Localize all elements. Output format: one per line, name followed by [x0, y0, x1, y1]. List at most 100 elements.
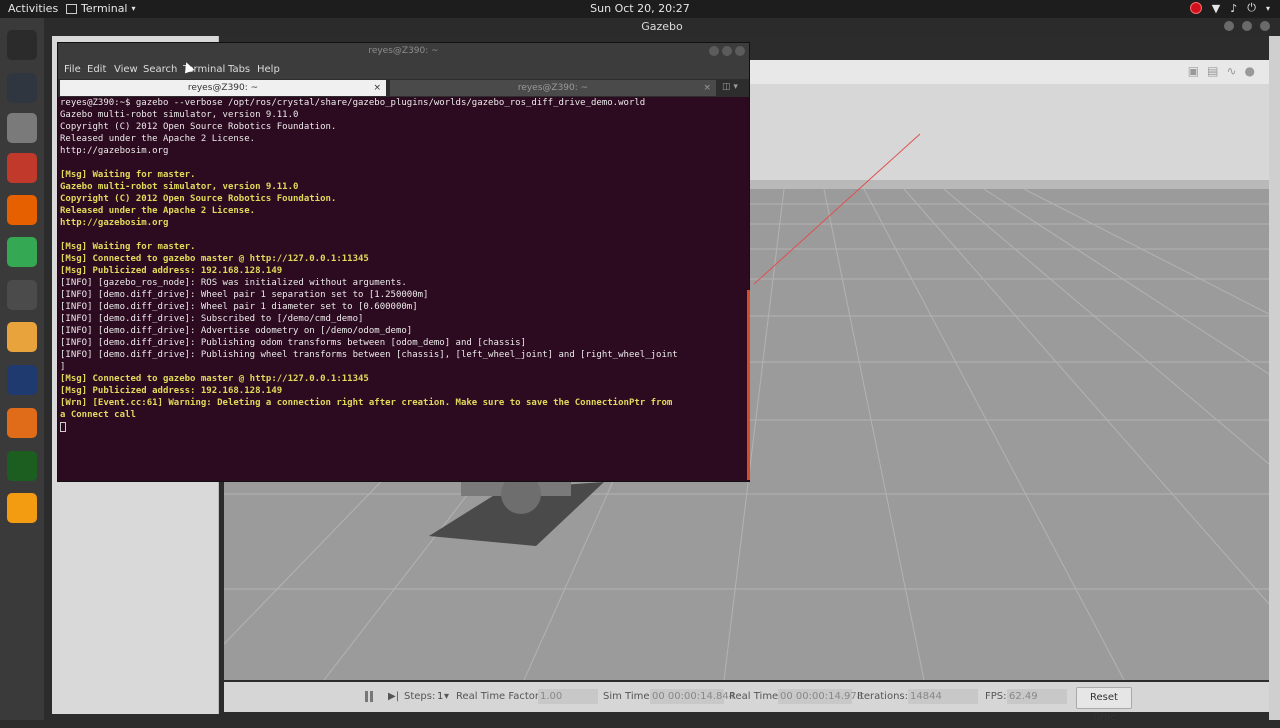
maximize-button[interactable]: [722, 46, 732, 56]
terminal-line: http://gazebosim.org: [60, 146, 169, 156]
dock: [0, 18, 44, 720]
gazebo-right-panel-handle[interactable]: [1269, 36, 1280, 720]
terminal-tab-active[interactable]: reyes@Z390: ~ ×: [60, 80, 386, 96]
terminal-output[interactable]: reyes@Z390:~$ gazebo --verbose /opt/ros/…: [60, 97, 749, 481]
chrome-icon[interactable]: [7, 237, 37, 267]
terminal-window-controls: [709, 46, 745, 56]
terminal-line: [INFO] [demo.diff_drive]: Subscribed to …: [60, 314, 364, 324]
terminal-line: [INFO] [demo.diff_drive]: Publishing whe…: [60, 350, 678, 360]
kindle-icon[interactable]: [7, 365, 37, 395]
system-monitor-icon[interactable]: [7, 73, 37, 103]
files-icon[interactable]: [7, 113, 37, 143]
terminal-app-icon: [66, 3, 77, 14]
app-menu[interactable]: Terminal ▾: [66, 2, 136, 15]
real-time-label: Real Time:: [729, 691, 782, 702]
terminal-line: ]: [60, 362, 66, 372]
terminal-icon[interactable]: [7, 30, 37, 60]
rtf-label: Real Time Factor:: [456, 691, 543, 702]
network-icon: ▼: [1211, 1, 1221, 15]
fps-value: 62.49: [1007, 689, 1067, 704]
app-menu-label: Terminal: [81, 2, 128, 15]
new-tab-icon[interactable]: ◫ ▾: [722, 82, 738, 92]
terminal-line: Copyright (C) 2012 Open Source Robotics …: [60, 122, 337, 132]
plot-icon[interactable]: ∿: [1226, 64, 1236, 78]
close-button[interactable]: [735, 46, 745, 56]
terminal-line: Released under the Apache 2 License.: [60, 134, 256, 144]
iterations-label: Iterations:: [857, 691, 908, 702]
terminal-line: [INFO] [demo.diff_drive]: Advertise odom…: [60, 326, 413, 336]
minimize-button[interactable]: [1224, 21, 1234, 31]
terminal-line: [Msg] Waiting for master.: [60, 242, 196, 252]
close-tab-icon[interactable]: ×: [373, 80, 381, 96]
terminal-line: reyes@Z390:~$ gazebo --verbose /opt/ros/…: [60, 98, 646, 108]
log-icon[interactable]: ▤: [1207, 64, 1218, 78]
menu-file[interactable]: File: [64, 64, 81, 75]
minimize-button[interactable]: [709, 46, 719, 56]
tab-label: reyes@Z390: ~: [517, 83, 589, 93]
terminal-line: [Msg] Publicized address: 192.168.128.14…: [60, 386, 283, 396]
real-time-value: 00 00:00:14.978: [778, 689, 864, 704]
menu-help[interactable]: Help: [257, 64, 280, 75]
tab-label: reyes@Z390: ~: [187, 83, 259, 93]
record-indicator-icon[interactable]: [1189, 2, 1202, 14]
terminal-line: Gazebo multi-robot simulator, version 9.…: [60, 110, 299, 120]
settings-icon[interactable]: [7, 153, 37, 183]
calculator-icon[interactable]: [7, 408, 37, 438]
ubuntu-software-icon[interactable]: [7, 322, 37, 352]
reset-time-button[interactable]: Reset Time: [1076, 687, 1132, 723]
fps-label: FPS:: [985, 691, 1007, 702]
terminal-line: Released under the Apache 2 License.: [60, 206, 256, 216]
gazebo-status-bar: ▶| Steps: 1 ▾ Real Time Factor: 1.00 Sim…: [224, 682, 1269, 723]
sim-time-label: Sim Time:: [603, 691, 653, 702]
earth-icon[interactable]: [7, 451, 37, 481]
terminal-line: [Msg] Publicized address: 192.168.128.14…: [60, 266, 283, 276]
show-apps-icon[interactable]: [7, 684, 37, 714]
terminal-line: [Wrn] [Event.cc:61] Warning: Deleting a …: [60, 398, 673, 408]
close-button[interactable]: [1260, 21, 1270, 31]
terminal-line: http://gazebosim.org: [60, 218, 169, 228]
menu-search[interactable]: Search: [143, 64, 177, 75]
iterations-value: 14844: [908, 689, 978, 704]
terminal-title[interactable]: reyes@Z390: ~: [58, 43, 749, 61]
menu-tabs[interactable]: Tabs: [228, 64, 250, 75]
gazebo-icon[interactable]: [7, 493, 37, 523]
terminal-line: [INFO] [demo.diff_drive]: Publishing odo…: [60, 338, 526, 348]
gazebo-window-title: Gazebo: [44, 18, 1280, 36]
power-icon: ⏻: [1247, 1, 1256, 14]
terminal-window[interactable]: reyes@Z390: ~ File Edit View Search Term…: [57, 42, 750, 482]
rtf-value: 1.00: [538, 689, 598, 704]
sim-time-value: 00 00:00:14.844: [650, 689, 736, 704]
terminal-line: Copyright (C) 2012 Open Source Robotics …: [60, 194, 337, 204]
close-tab-icon[interactable]: ×: [703, 80, 711, 96]
text-cursor: [60, 421, 66, 432]
firefox-icon[interactable]: [7, 195, 37, 225]
chevron-down-icon[interactable]: ▾: [444, 691, 449, 702]
menu-view[interactable]: View: [114, 64, 138, 75]
steps-value[interactable]: 1: [437, 691, 443, 702]
chevron-down-icon: ▾: [131, 4, 136, 13]
chevron-down-icon: ▾: [1265, 3, 1270, 13]
sublime-text-icon[interactable]: [7, 280, 37, 310]
steps-label: Steps:: [404, 691, 436, 702]
terminal-line: [INFO] [demo.diff_drive]: Wheel pair 1 s…: [60, 290, 429, 300]
terminal-line: [Msg] Waiting for master.: [60, 170, 196, 180]
terminal-menubar: File Edit View Search Terminal Tabs Help: [58, 61, 749, 79]
terminal-line: Gazebo multi-robot simulator, version 9.…: [60, 182, 299, 192]
menu-edit[interactable]: Edit: [87, 64, 106, 75]
system-tray[interactable]: ▼ ♪ ⏻ ▾: [1189, 1, 1270, 15]
terminal-tab[interactable]: reyes@Z390: ~ ×: [390, 80, 716, 96]
video-icon[interactable]: ●: [1245, 64, 1255, 78]
terminal-line: a Connect call: [60, 410, 136, 420]
step-icon[interactable]: ▶|: [388, 691, 399, 702]
activities-button[interactable]: Activities: [8, 2, 58, 15]
maximize-button[interactable]: [1242, 21, 1252, 31]
clock[interactable]: Sun Oct 20, 20:27: [590, 2, 690, 15]
screenshot-icon[interactable]: ▣: [1188, 64, 1199, 78]
terminal-scrollbar[interactable]: [747, 290, 750, 480]
top-bar: Activities Terminal ▾ Sun Oct 20, 20:27 …: [0, 0, 1280, 18]
terminal-tab-bar: reyes@Z390: ~ × reyes@Z390: ~ × ◫ ▾: [58, 79, 749, 97]
pause-icon[interactable]: [364, 691, 374, 702]
terminal-line: [Msg] Connected to gazebo master @ http:…: [60, 254, 369, 264]
